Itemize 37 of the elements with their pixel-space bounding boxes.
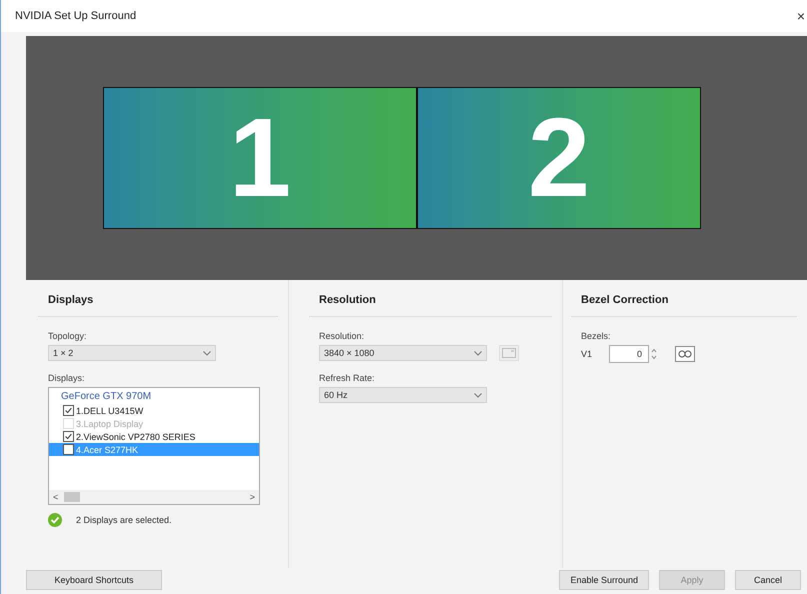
dropdown[interactable]: 3840 × 1080 <box>319 345 487 361</box>
close-button[interactable]: × <box>796 8 807 24</box>
field-label: Topology: <box>48 331 88 341</box>
window-title: NVIDIA Set Up Surround <box>15 10 136 22</box>
display-item[interactable]: 1.DELL U3415W <box>49 404 259 417</box>
chevron-icon <box>203 350 211 356</box>
field-label: V1 <box>581 349 594 359</box>
field-label: Displays: <box>48 373 86 383</box>
display-item[interactable]: 2.ViewSonic VP2780 SERIES <box>49 430 259 443</box>
horizontal-scrollbar[interactable]: < > <box>49 490 259 504</box>
chevron-icon <box>474 350 482 356</box>
scroll-right-arrow[interactable]: > <box>250 492 255 502</box>
scroll-thumb[interactable] <box>64 492 80 502</box>
scroll-left-arrow[interactable]: < <box>53 492 58 502</box>
link-icon[interactable] <box>675 346 695 362</box>
section-heading: Displays <box>38 294 278 317</box>
dialog-button[interactable]: Cancel <box>735 570 801 590</box>
dropdown[interactable]: 60 Hz <box>319 387 487 403</box>
monitor-number: 1 <box>228 102 292 214</box>
status-message: 2 Displays are selected. <box>76 515 172 525</box>
dropdown[interactable]: 1 × 2 <box>48 345 216 361</box>
dialog-button[interactable]: Keyboard Shortcuts <box>26 570 162 590</box>
dialog-button[interactable]: Enable Surround <box>559 570 649 590</box>
field-label: Refresh Rate: <box>319 373 376 383</box>
spinner-arrows-icon[interactable] <box>651 348 657 360</box>
section-heading: Bezel Correction <box>571 294 797 317</box>
field-label: Bezels: <box>581 331 612 341</box>
field-label: Resolution: <box>319 331 366 341</box>
checkmark-icon <box>48 513 62 527</box>
checkbox[interactable] <box>63 444 74 455</box>
number-field[interactable]: 0 <box>609 345 649 363</box>
chevron-icon <box>474 392 482 398</box>
checkbox[interactable] <box>63 431 74 442</box>
monitor-number: 2 <box>528 102 590 214</box>
checkbox[interactable] <box>63 405 74 416</box>
gpu-name: GeForce GTX 970M <box>60 390 152 404</box>
section-heading: Resolution <box>309 294 552 317</box>
